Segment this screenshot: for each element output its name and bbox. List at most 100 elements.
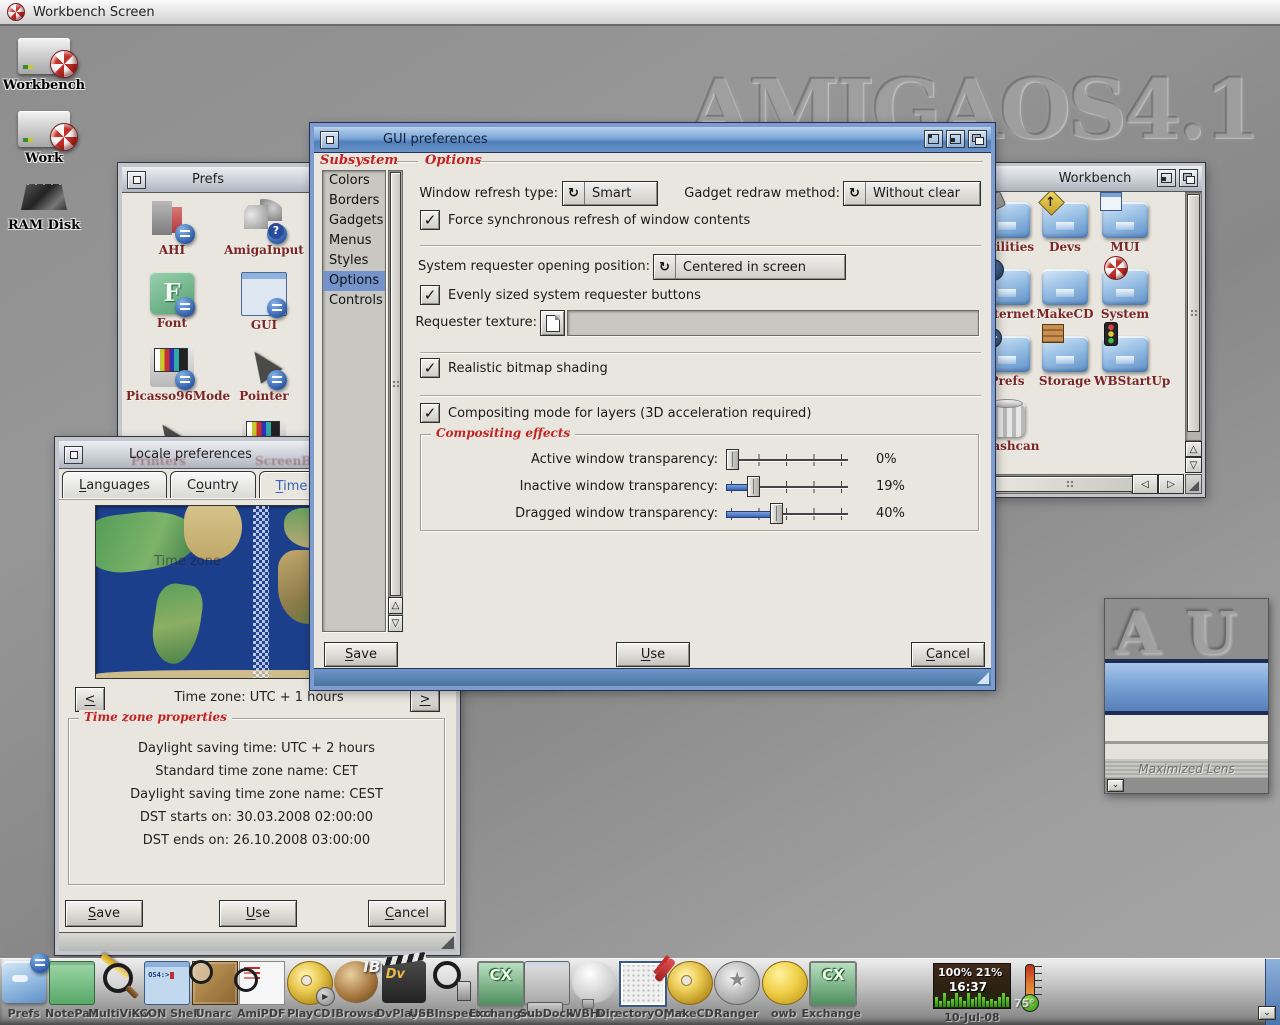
- requester-texture-file-button[interactable]: [540, 310, 565, 336]
- locale-bottom-bar: [59, 932, 456, 951]
- gui-window-title: GUI preferences: [383, 132, 488, 147]
- active-transparency-slider[interactable]: [726, 448, 848, 472]
- realistic-shading-label: Realistic bitmap shading: [448, 361, 608, 376]
- prefs-icon-picasso96mode[interactable]: Picasso96Mode: [126, 343, 218, 416]
- system-monitor[interactable]: 100% 21% 16:37: [933, 963, 1011, 1009]
- scroll-left-icon[interactable]: ◁: [1132, 474, 1158, 494]
- temperature-label: 75°: [1014, 997, 1035, 1010]
- use-button[interactable]: Use: [616, 642, 690, 667]
- subsystem-item-gadgets[interactable]: Gadgets: [323, 211, 385, 231]
- horizontal-scrollbar[interactable]: [988, 474, 1132, 494]
- gui-titlebar[interactable]: GUI preferences: [314, 127, 991, 153]
- wb-icon-storage[interactable]: Storage: [1036, 336, 1094, 403]
- workbench-window[interactable]: Workbench Utilities Devs MUI: [985, 163, 1205, 497]
- gadget-redraw-cycle[interactable]: ↻ Without clear: [843, 181, 981, 206]
- slider-knob[interactable]: [747, 476, 760, 497]
- scroll-down-icon[interactable]: ▽: [388, 615, 403, 632]
- wb-icon-devs[interactable]: Devs: [1036, 202, 1094, 269]
- desktop-icon-ram-disk[interactable]: RAM Disk: [0, 184, 88, 233]
- wb-icon-prefs[interactable]: Prefs: [988, 336, 1036, 403]
- scroll-right-icon[interactable]: ▷: [1158, 474, 1184, 494]
- prefs-icon-ahi[interactable]: AHI: [126, 197, 218, 270]
- resize-handle[interactable]: [977, 672, 989, 684]
- dock-item-exchange[interactable]: CX Exchange: [475, 959, 523, 1021]
- wb-icon-wbstartup[interactable]: WBStartUp: [1094, 336, 1156, 403]
- inactive-transparency-slider[interactable]: [726, 475, 848, 499]
- subsystem-list[interactable]: Colors Borders Gadgets Menus Styles Opti…: [322, 170, 386, 632]
- desktop-icon-work[interactable]: Work: [0, 111, 88, 166]
- screen-titlebar[interactable]: Workbench Screen: [0, 0, 1280, 26]
- gui-preferences-window[interactable]: GUI preferences Subsystem Colors Borders…: [310, 123, 995, 690]
- dock-item-ranger[interactable]: Ranger: [713, 959, 761, 1021]
- dock-item-playcd[interactable]: PlayCD: [285, 959, 333, 1021]
- dock-item-directoryopus[interactable]: DirectoryOpus: [618, 959, 666, 1021]
- lens-collapse-button[interactable]: ⌄: [1107, 779, 1124, 792]
- prefs-icon-pointer[interactable]: Pointer: [218, 343, 310, 416]
- save-button[interactable]: Save: [65, 900, 143, 927]
- timezone-next-button[interactable]: >: [410, 687, 440, 712]
- dock-item-usbinspector[interactable]: USBInspector: [428, 959, 476, 1021]
- requester-texture-field[interactable]: [567, 310, 979, 336]
- slider-knob[interactable]: [726, 449, 739, 470]
- resize-handle[interactable]: [441, 936, 454, 949]
- prefs-icon-gui[interactable]: GUI: [218, 270, 310, 343]
- save-button[interactable]: Save: [324, 642, 398, 667]
- tab-country[interactable]: Country: [170, 471, 256, 498]
- wb-icon-mui[interactable]: MUI: [1094, 202, 1156, 269]
- close-icon[interactable]: [320, 131, 339, 149]
- wb-icon-internet[interactable]: Internet: [988, 269, 1036, 336]
- dock-item-makecd[interactable]: MakeCD: [665, 959, 713, 1021]
- slider-knob[interactable]: [770, 503, 783, 524]
- dock-item-prefs[interactable]: Prefs: [0, 959, 48, 1021]
- subsystem-item-controls[interactable]: Controls: [323, 291, 385, 311]
- evenly-sized-label: Evenly sized system requester buttons: [448, 288, 701, 303]
- dock-item-kcon-shell[interactable]: OS4:> KCON Shell: [143, 959, 191, 1021]
- workbench-titlebar[interactable]: Workbench: [988, 166, 1202, 192]
- zoom-icon[interactable]: [1157, 169, 1176, 187]
- depth-icon[interactable]: [1179, 169, 1198, 187]
- wb-icon-trashcan[interactable]: Trashcan: [988, 403, 1036, 470]
- dragged-transparency-label: Dragged window transparency:: [421, 506, 718, 521]
- scrollbar-thumb[interactable]: [390, 172, 401, 596]
- cancel-button[interactable]: Cancel: [911, 642, 985, 667]
- dock-item-unarc[interactable]: Unarc: [190, 959, 238, 1021]
- realistic-shading-checkbox[interactable]: ✓: [420, 358, 440, 378]
- close-icon[interactable]: [127, 171, 146, 189]
- resize-handle[interactable]: [1185, 474, 1202, 494]
- dock-item-amipdf[interactable]: AmiPDF: [238, 959, 286, 1021]
- force-sync-checkbox[interactable]: ✓: [420, 210, 440, 230]
- compositing-mode-checkbox[interactable]: ✓: [420, 403, 440, 423]
- prefs-icon-font[interactable]: F Font: [126, 270, 218, 343]
- dock-item-ibrowse[interactable]: IB IBrowse: [333, 959, 381, 1021]
- scrollbar-thumb[interactable]: [1187, 194, 1200, 432]
- prefs-icon-amigainput[interactable]: ? AmigaInput: [218, 197, 310, 270]
- depth-icon[interactable]: [968, 130, 987, 148]
- dock-item-exchange-2[interactable]: CX Exchange: [808, 959, 856, 1021]
- vertical-scrollbar[interactable]: [1185, 192, 1202, 441]
- close-icon[interactable]: [64, 446, 83, 464]
- evenly-sized-checkbox[interactable]: ✓: [420, 285, 440, 305]
- cancel-button[interactable]: Cancel: [368, 900, 446, 927]
- maximized-lens-window[interactable]: AU Maximized Lens ⌄: [1104, 598, 1269, 794]
- dock-icon: [239, 961, 283, 1003]
- subsystem-scrollbar[interactable]: △ ▽: [388, 170, 403, 632]
- zoom-icon[interactable]: [946, 130, 965, 148]
- scroll-up-icon[interactable]: △: [1185, 441, 1202, 457]
- tab-languages[interactable]: Languages: [62, 471, 167, 498]
- subsystem-item-menus[interactable]: Menus: [323, 231, 385, 251]
- dock-collapse-button[interactable]: ⌄: [1258, 1006, 1276, 1020]
- scrollbar-thumb[interactable]: [990, 476, 1150, 492]
- scroll-down-icon[interactable]: ▽: [1185, 457, 1202, 473]
- use-button[interactable]: Use: [219, 900, 297, 927]
- requester-position-cycle[interactable]: ↻ Centered in screen: [653, 254, 846, 280]
- iconify-icon[interactable]: [924, 130, 943, 148]
- dragged-transparency-slider[interactable]: [726, 502, 848, 526]
- desktop-icon-workbench[interactable]: Workbench: [0, 38, 88, 93]
- disk-icon: [21, 184, 67, 210]
- subsystem-item-options[interactable]: Options: [323, 271, 385, 291]
- scroll-up-icon[interactable]: △: [388, 597, 403, 614]
- dock-item-subdock[interactable]: SubDock: [523, 959, 571, 1021]
- timezone-prev-button[interactable]: <: [75, 687, 105, 712]
- dock-item-owb[interactable]: owb: [760, 959, 808, 1021]
- window-refresh-cycle[interactable]: ↻ Smart: [562, 181, 658, 206]
